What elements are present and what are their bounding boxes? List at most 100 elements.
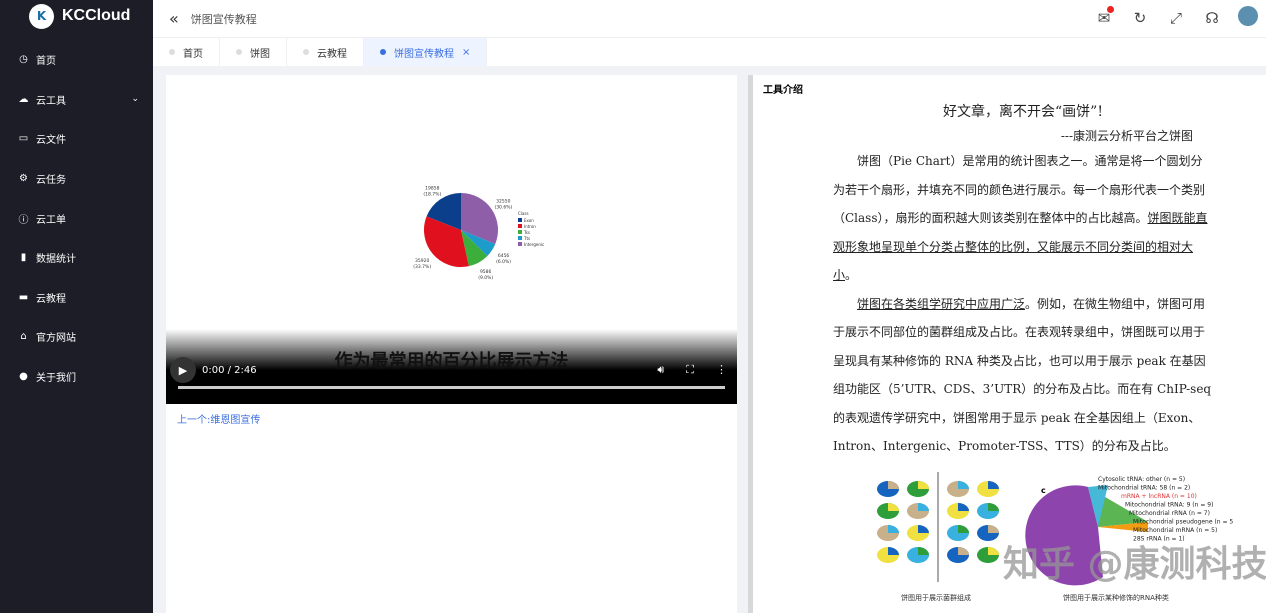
video-progress-bar[interactable] — [178, 386, 725, 389]
sidebar-item-label: 关于我们 — [36, 373, 76, 385]
sidebar-item-1[interactable]: ☁ 云工具 ⌄ — [0, 80, 153, 120]
figure-caption: 饼图用于展示菌群组成 — [901, 594, 971, 602]
data-label: (33.7%) — [413, 264, 431, 270]
data-label: (30.6%) — [494, 205, 512, 211]
figure-label: Mitochondrial pseudogene (n = 5) — [1133, 519, 1233, 526]
avatar[interactable] — [1238, 6, 1258, 30]
folder-icon: ▭ — [18, 133, 29, 145]
legend-label: Exon — [524, 218, 534, 223]
data-label: 35920 — [415, 258, 429, 264]
legend-swatch — [518, 236, 522, 240]
tab-bar: 首页 饼图 云教程 饼图宣传教程 × — [153, 38, 1266, 66]
figures: c Cytosolic tRNA: other (n = 5) Mitochond… — [863, 467, 1266, 607]
figure-label: mRNA + lncRNA (n = 10) — [1121, 493, 1197, 500]
video-player[interactable]: 19858 (18.7%) 35920 (33.7%) 9586 (9.0%) 6456 (6… — [166, 75, 737, 404]
home-icon: ⌂ — [20, 331, 27, 343]
figure-label: Mitochondrial mRNA (n = 5) — [1133, 527, 1217, 534]
notification-dot — [1107, 6, 1114, 13]
article-title: 好文章，离不开会“画饼”! — [943, 104, 1103, 120]
info-icon: ⓘ — [18, 214, 29, 226]
about-icon: ● — [19, 371, 28, 383]
data-label: 6456 — [498, 253, 510, 259]
sidebar-item-label: 云教程 — [36, 293, 66, 305]
sidebar-item-7[interactable]: ⌂ 官方网站 — [0, 317, 153, 357]
svg-text:c: c — [1041, 486, 1046, 495]
fullscreen-icon[interactable]: ⤢ — [1166, 9, 1186, 27]
tab-pie[interactable]: 饼图 — [220, 38, 287, 66]
watermark: 知乎 @康测科技 — [1003, 544, 1266, 585]
sidebar-item-label: 首页 — [36, 56, 56, 68]
sidebar-item-4[interactable]: ⓘ 云工单 — [0, 198, 153, 238]
app-name: KCCloud — [62, 7, 131, 24]
volume-icon[interactable]: 🔊︎ — [657, 363, 664, 377]
data-label: (9.0%) — [478, 275, 493, 281]
legend-label: Intron — [524, 224, 536, 229]
figure-label: Mitochondrial tRNA: 9 (n = 9) — [1125, 502, 1213, 509]
data-label: (18.7%) — [423, 191, 441, 197]
legend-label: Intergenic — [524, 242, 544, 247]
tab-pie-promo[interactable]: 饼图宣传教程 × — [364, 38, 488, 66]
collapse-sidebar-button[interactable]: « — [169, 9, 179, 28]
chevron-down-icon: ⌄ — [131, 94, 139, 105]
sidebar-item-6[interactable]: ▬ 云教程 — [0, 278, 153, 318]
figure-label: Mitochondrial rRNA (n = 7) — [1129, 510, 1210, 517]
truck-icon: ▬ — [18, 291, 29, 303]
figure-caption: 饼图用于展示某种修饰的RNA种类 — [1063, 594, 1169, 602]
play-button[interactable]: ▶ — [170, 357, 196, 383]
article-subtitle: ---康测云分析平台之饼图 — [1060, 129, 1193, 143]
legend-label: Tts — [523, 236, 530, 241]
legend-swatch — [518, 230, 522, 234]
sidebar-item-2[interactable]: ▭ 云文件 — [0, 119, 153, 159]
previous-link[interactable]: 上一个:维恩图宣传 — [177, 411, 260, 426]
tab-home[interactable]: 首页 — [153, 38, 220, 66]
figure-label: Mitochondrial tRNA: 58 (n = 2) — [1098, 485, 1190, 492]
legend-title: Class — [518, 211, 529, 216]
tab-label: 饼图宣传教程 — [394, 48, 454, 60]
logo-icon: K — [29, 3, 54, 29]
data-label: 32550 — [496, 199, 510, 205]
legend-swatch — [518, 224, 522, 228]
gear-icon: ⚙ — [19, 173, 28, 185]
more-options-icon[interactable]: ⋮ — [716, 363, 727, 377]
article-panel: 工具介绍 好文章，离不开会“画饼”! ---康测云分析平台之饼图 饼图（Pie … — [748, 75, 1266, 613]
breadcrumb: 饼图宣传教程 — [190, 12, 257, 26]
sidebar-item-label: 云工具 — [36, 95, 66, 107]
data-label: (6.0%) — [496, 259, 511, 265]
legend-swatch — [518, 242, 522, 246]
sidebar-item-label: 云工单 — [36, 214, 66, 226]
data-label: 9586 — [480, 269, 492, 275]
video-time: 0:00 / 2:46 — [202, 364, 257, 376]
sidebar-item-label: 云任务 — [36, 175, 66, 187]
dashboard-icon: ◷ — [19, 54, 28, 66]
data-label: 19858 — [425, 185, 439, 191]
legend-label: Tss — [523, 230, 530, 235]
header: « 饼图宣传教程 ✉ ↻ ⤢ ☊ — [153, 0, 1266, 38]
sidebar-item-8[interactable]: ● 关于我们 — [0, 357, 153, 397]
sidebar-item-label: 数据统计 — [36, 254, 76, 266]
tab-label: 饼图 — [250, 48, 270, 60]
figure-label: Cytosolic tRNA: other (n = 5) — [1098, 476, 1185, 483]
logo[interactable]: K KCCloud — [0, 0, 153, 32]
sidebar-item-5[interactable]: ▮ 数据统计 — [0, 238, 153, 278]
fullscreen-icon[interactable]: ⛶ — [686, 363, 694, 377]
paragraph-1: 饼图（Pie Chart）是常用的统计图表之一。通常是将一个圆划分为若干个扇形，… — [833, 154, 1208, 282]
tab-tutorial[interactable]: 云教程 — [287, 38, 364, 66]
paragraph-2: 饼图在各类组学研究中应用广泛。例如，在微生物组中，饼图可用于展示不同部位的菌群组… — [833, 296, 1212, 454]
mail-icon[interactable]: ✉ — [1094, 6, 1114, 27]
legend-swatch — [518, 218, 522, 222]
refresh-icon[interactable]: ↻ — [1130, 9, 1150, 27]
sidebar-item-label: 官方网站 — [36, 333, 76, 345]
tab-label: 首页 — [183, 48, 203, 60]
cloud-icon: ☁ — [18, 93, 29, 105]
video-panel: 19858 (18.7%) 35920 (33.7%) 9586 (9.0%) 6456 (6… — [166, 75, 737, 613]
pie-chart: 19858(18.7%) 35920(33.7%) 9586(9.0%) 6456(6… — [413, 185, 544, 281]
sidebar-item-0[interactable]: ◷ 首页 — [0, 40, 153, 80]
sidebar: K KCCloud ◷ 首页 ☁ 云工具 ⌄ ▭ 云文件 ⚙ 云任务 ⓘ 云工单 ▮ 数据统计 ▬ 云教程 ⌂ 官… — [0, 0, 153, 613]
headset-icon[interactable]: ☊ — [1202, 9, 1222, 27]
sidebar-item-3[interactable]: ⚙ 云任务 — [0, 159, 153, 199]
sidebar-item-label: 云文件 — [36, 135, 66, 147]
panel-title: 工具介绍 — [763, 85, 803, 96]
tab-label: 云教程 — [317, 48, 347, 60]
close-tab-icon[interactable]: × — [462, 47, 470, 58]
bar-chart-icon: ▮ — [20, 252, 27, 264]
